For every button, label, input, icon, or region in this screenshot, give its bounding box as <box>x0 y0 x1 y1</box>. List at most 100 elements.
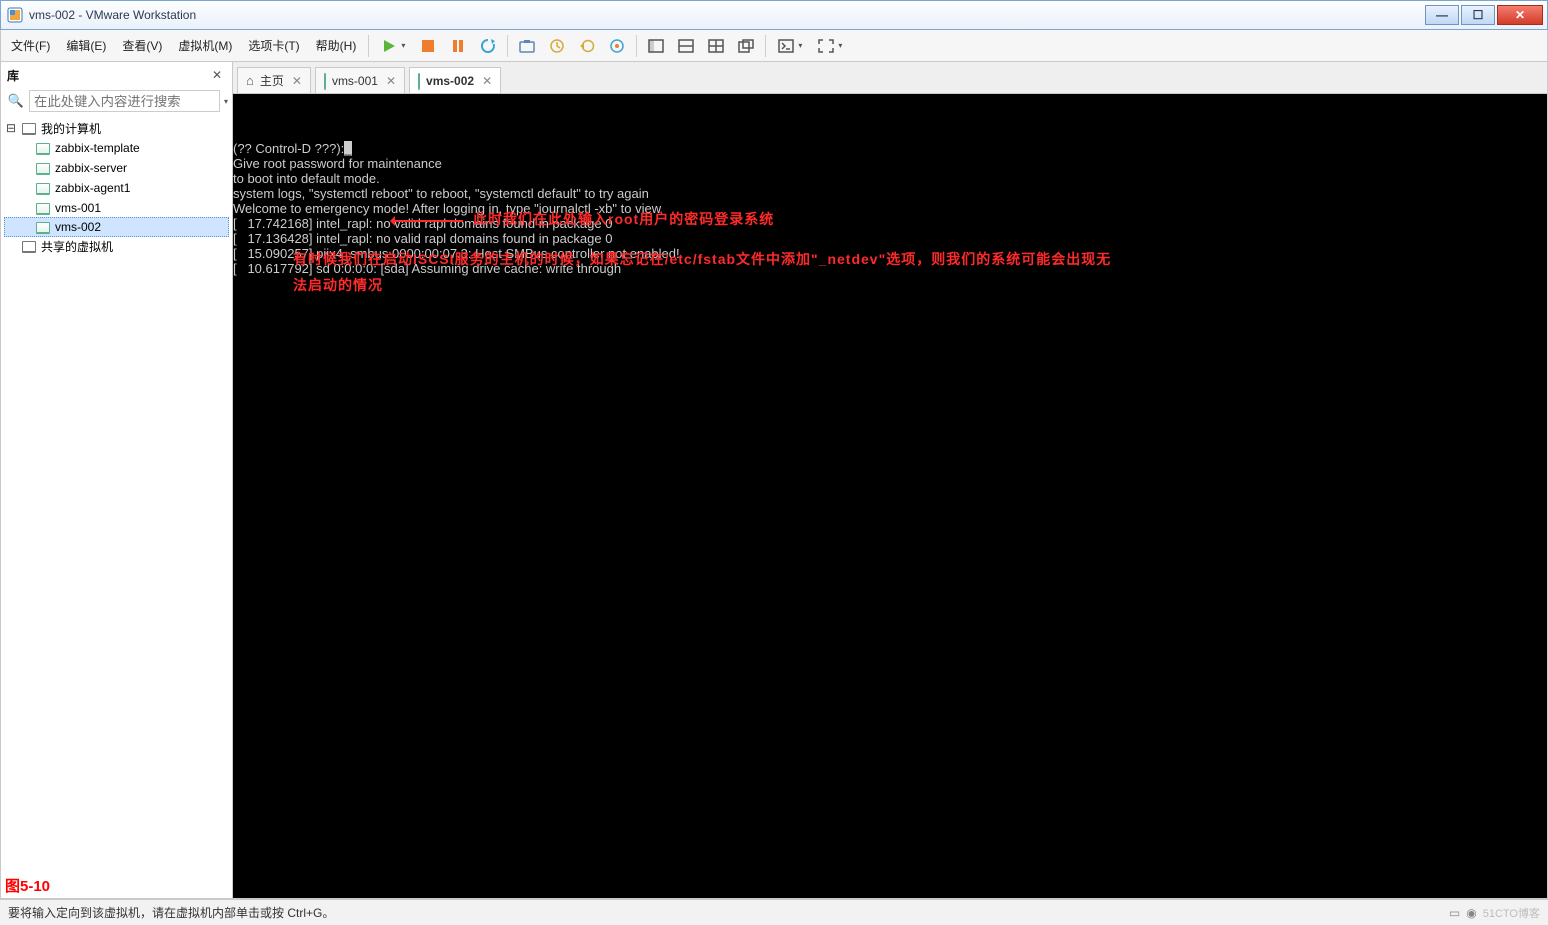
close-button[interactable]: ✕ <box>1497 5 1543 25</box>
status-device-icon[interactable]: ▭ <box>1449 906 1460 920</box>
tab-label: 主页 <box>260 72 284 89</box>
snapshot-manager-button[interactable] <box>604 33 630 59</box>
unity-button[interactable]: ▾ <box>772 33 808 59</box>
tree-item-vm[interactable]: zabbix-agent1 <box>5 178 228 198</box>
library-search-input[interactable] <box>29 90 220 112</box>
status-device-icon[interactable]: ◉ <box>1466 906 1476 920</box>
status-text: 要将输入定向到该虚拟机，请在虚拟机内部单击或按 Ctrl+G。 <box>8 904 334 921</box>
snapshot-revert-button[interactable] <box>544 33 570 59</box>
view-quad-button[interactable] <box>703 33 729 59</box>
collapse-icon[interactable]: ⊟ <box>5 121 17 135</box>
view-split-h-icon <box>678 39 694 53</box>
tab-close-icon[interactable]: ✕ <box>384 74 396 88</box>
menubar: 文件(F) 编辑(E) 查看(V) 虚拟机(M) 选项卡(T) 帮助(H) ▾ <box>0 30 1548 62</box>
search-dropdown-icon[interactable]: ▾ <box>224 97 228 106</box>
chevron-down-icon: ▾ <box>401 41 405 50</box>
tree-item-vm-selected[interactable]: vms-002 <box>4 217 229 237</box>
view-single-icon <box>648 39 664 53</box>
tab-close-icon[interactable]: ✕ <box>290 74 302 88</box>
tree-item-vm[interactable]: zabbix-template <box>5 138 228 158</box>
view-detach-icon <box>738 39 754 53</box>
power-on-button[interactable]: ▾ <box>375 33 411 59</box>
menu-vm[interactable]: 虚拟机(M) <box>170 31 240 60</box>
vm-icon <box>35 220 51 234</box>
menu-help[interactable]: 帮助(H) <box>308 31 365 60</box>
snapshot-icon <box>519 39 535 53</box>
vm-icon <box>35 181 51 195</box>
vm-icon <box>324 74 326 88</box>
view-quad-icon <box>708 39 724 53</box>
home-icon: ⌂ <box>246 73 254 88</box>
computer-icon <box>21 121 37 135</box>
clock-icon <box>549 38 565 54</box>
menu-edit[interactable]: 编辑(E) <box>58 31 114 60</box>
power-off-button[interactable] <box>415 33 441 59</box>
console-line: to boot into default mode. <box>233 171 1547 186</box>
console-line: (?? Control-D ???):_ <box>233 141 1547 156</box>
tree-label: vms-001 <box>55 201 101 215</box>
tree-label: zabbix-template <box>55 141 140 155</box>
pause-icon <box>451 39 465 53</box>
library-title: 库 <box>7 67 19 84</box>
console-line: [ 17.742168] intel_rapl: no valid rapl d… <box>233 216 1547 231</box>
tab-vm-active[interactable]: vms-002 ✕ <box>409 67 501 93</box>
tab-vm[interactable]: vms-001 ✕ <box>315 67 405 93</box>
menu-tabs[interactable]: 选项卡(T) <box>240 31 307 60</box>
library-close-button[interactable]: ✕ <box>208 68 226 82</box>
toolbar-separator <box>765 35 766 57</box>
fullscreen-button[interactable]: ▾ <box>812 33 848 59</box>
main-area: ⌂ 主页 ✕ vms-001 ✕ vms-002 ✕ (?? Control-D… <box>233 62 1547 898</box>
shared-vm-icon <box>21 239 37 253</box>
toolbar-separator <box>368 35 369 57</box>
chevron-down-icon: ▾ <box>838 41 842 50</box>
view-detach-button[interactable] <box>733 33 759 59</box>
vm-icon <box>35 141 51 155</box>
unity-icon <box>778 39 794 53</box>
tab-label: vms-002 <box>426 74 474 88</box>
play-icon <box>381 38 397 54</box>
console-line: Give root password for maintenance <box>233 156 1547 171</box>
suspend-button[interactable] <box>445 33 471 59</box>
toolbar-separator <box>636 35 637 57</box>
annotation-arrow <box>393 220 463 222</box>
menu-view[interactable]: 查看(V) <box>114 31 170 60</box>
window-titlebar: vms-002 - VMware Workstation — ☐ ✕ <box>0 0 1548 30</box>
annotation-text-1: 此时我们在此处输入root用户的密码登录系统 <box>473 212 774 227</box>
console-line: system logs, "systemctl reboot" to reboo… <box>233 186 1547 201</box>
vm-icon <box>418 74 420 88</box>
toolbar-separator <box>507 35 508 57</box>
console-line: [ 17.136428] intel_rapl: no valid rapl d… <box>233 231 1547 246</box>
snapshot-take-button[interactable] <box>514 33 540 59</box>
tree-item-vm[interactable]: zabbix-server <box>5 158 228 178</box>
vm-icon <box>35 201 51 215</box>
clock-back-icon <box>579 38 595 54</box>
app-icon <box>7 7 23 23</box>
figure-label: 图5-10 <box>5 875 50 896</box>
vm-console[interactable]: (?? Control-D ???):_Give root password f… <box>233 94 1547 898</box>
snapshot-prev-button[interactable] <box>574 33 600 59</box>
view-single-button[interactable] <box>643 33 669 59</box>
library-tree: ⊟ 我的计算机 zabbix-template zabbix-server za… <box>1 116 232 898</box>
tab-close-icon[interactable]: ✕ <box>480 74 492 88</box>
tree-label: zabbix-server <box>55 161 127 175</box>
watermark: 51CTO博客 <box>1483 905 1540 921</box>
tree-label: vms-002 <box>55 220 101 234</box>
restart-button[interactable] <box>475 33 501 59</box>
snapshot-manage-icon <box>609 38 625 54</box>
maximize-button[interactable]: ☐ <box>1461 5 1495 25</box>
minimize-button[interactable]: — <box>1425 5 1459 25</box>
fullscreen-icon <box>818 39 834 53</box>
tree-item-vm[interactable]: vms-001 <box>5 198 228 218</box>
status-bar: 要将输入定向到该虚拟机，请在虚拟机内部单击或按 Ctrl+G。 ▭ ◉ 51CT… <box>0 899 1548 925</box>
console-line: Welcome to emergency mode! After logging… <box>233 201 1547 216</box>
view-split-button[interactable] <box>673 33 699 59</box>
tree-node-my-computer[interactable]: ⊟ 我的计算机 <box>5 118 228 138</box>
tree-node-shared[interactable]: 共享的虚拟机 <box>5 236 228 256</box>
tab-home[interactable]: ⌂ 主页 ✕ <box>237 67 311 93</box>
menu-file[interactable]: 文件(F) <box>3 31 58 60</box>
stop-icon <box>421 39 435 53</box>
window-title: vms-002 - VMware Workstation <box>29 8 1423 22</box>
search-icon: 🔍 <box>5 93 27 109</box>
tree-label: zabbix-agent1 <box>55 181 130 195</box>
tree-label: 我的计算机 <box>41 120 101 137</box>
